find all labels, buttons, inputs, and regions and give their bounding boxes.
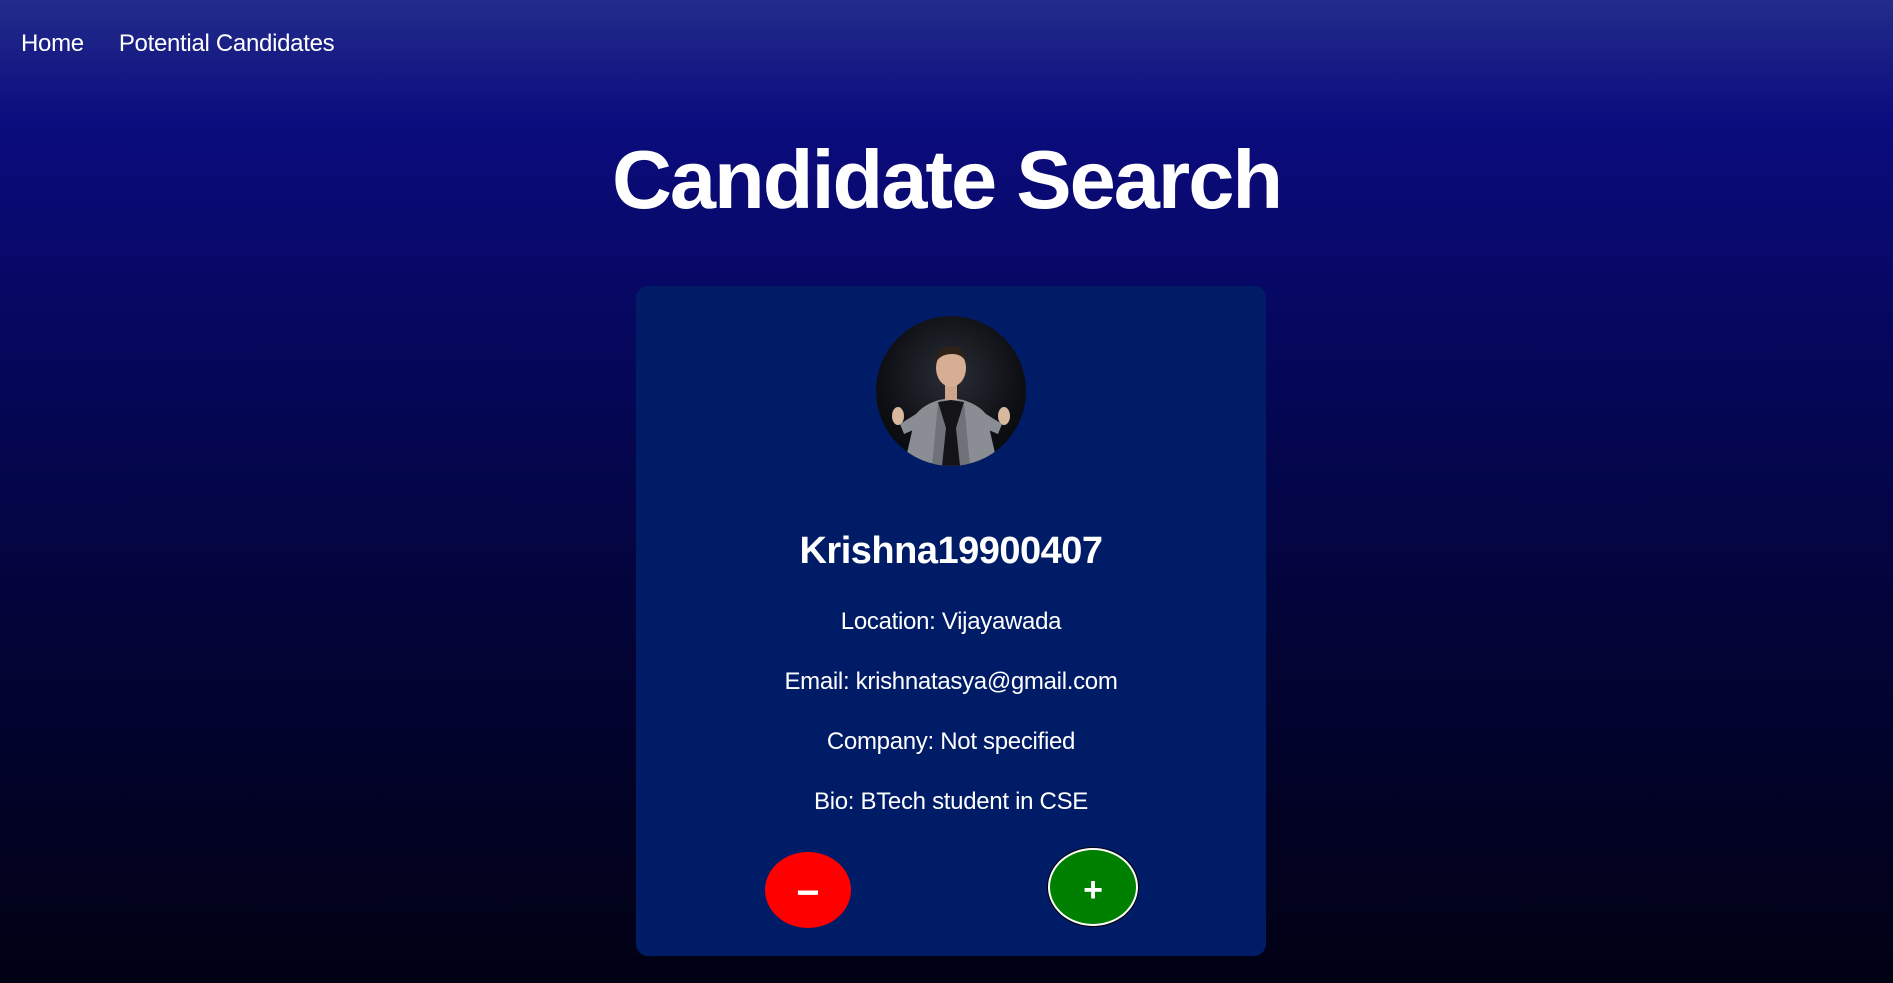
reject-candidate-button[interactable]: − — [765, 852, 851, 928]
save-candidate-button[interactable]: + — [1048, 848, 1138, 926]
avatar — [876, 316, 1026, 466]
candidate-card: Krishna19900407 Location: Vijayawada Ema… — [636, 286, 1266, 956]
candidate-company: Company: Not specified — [826, 728, 1076, 755]
page-title: Candidate Search — [611, 133, 1283, 226]
plus-icon: + — [1083, 870, 1103, 909]
nav-link-potential-candidates[interactable]: Potential Candidates — [119, 30, 335, 58]
candidate-username: Krishna19900407 — [799, 530, 1103, 572]
candidate-bio: Bio: BTech student in CSE — [814, 788, 1088, 815]
top-nav: Home Potential Candidates — [21, 30, 335, 58]
nav-link-home[interactable]: Home — [21, 30, 84, 58]
minus-icon: − — [796, 870, 820, 915]
avatar-photo — [892, 346, 1010, 466]
candidate-location: Location: Vijayawada — [840, 608, 1062, 635]
candidate-email: Email: krishnatasya@gmail.com — [784, 668, 1118, 695]
